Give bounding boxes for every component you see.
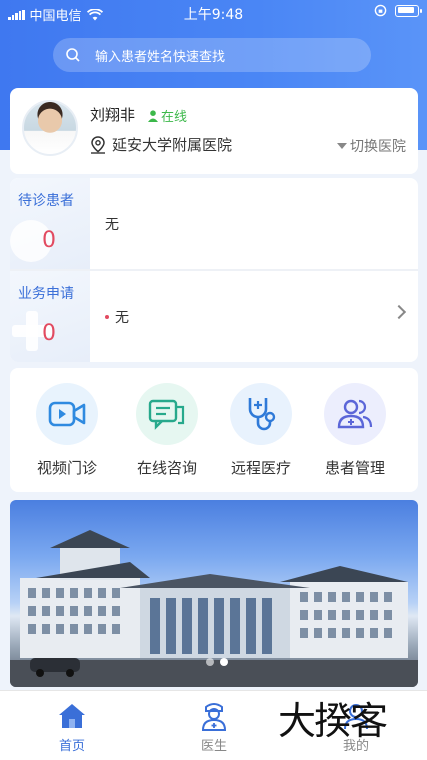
- person-online-icon: [148, 109, 158, 122]
- pending-patients-count: 0: [42, 228, 56, 253]
- clock: 上午9:48: [183, 7, 244, 23]
- doctor-avatar[interactable]: [22, 100, 78, 156]
- online-consult-label: 在线咨询: [136, 459, 197, 477]
- search-placeholder[interactable]: 输入患者姓名快速查找: [95, 46, 225, 65]
- doctor-icon: [201, 703, 227, 731]
- pagination-dot-active[interactable]: [220, 658, 228, 666]
- hospital-banner[interactable]: [10, 500, 418, 687]
- stethoscope-icon: [230, 383, 292, 445]
- video-clinic-icon: [36, 383, 98, 445]
- chevron-right-icon[interactable]: [391, 304, 407, 320]
- business-application-tile: 业务申请 0: [10, 271, 90, 362]
- status-bar: 中国电信 上午9:48: [0, 0, 427, 26]
- remote-medical-button[interactable]: 远程医疗: [214, 383, 308, 478]
- quick-actions-card: 视频门诊 在线咨询 远程医疗 患者管理: [10, 368, 418, 492]
- tab-doctor[interactable]: 医生: [174, 701, 254, 754]
- online-consult-icon: [136, 383, 198, 445]
- business-application-row[interactable]: 业务申请 0 无: [10, 271, 418, 362]
- online-consult-button[interactable]: 在线咨询: [120, 383, 214, 478]
- task-summary-card: 待诊患者 0 无 业务申请 0 无: [10, 178, 418, 362]
- switch-hospital-button[interactable]: 切换医院: [337, 136, 406, 156]
- tab-doctor-label: 医生: [200, 739, 227, 754]
- business-application-count: 0: [42, 321, 56, 346]
- hospital-name: 延安大学附属医院: [112, 136, 233, 154]
- pagination-dot[interactable]: [206, 658, 214, 666]
- orientation-lock-icon: [374, 4, 387, 17]
- patient-management-button[interactable]: 患者管理: [308, 383, 402, 478]
- video-clinic-button[interactable]: 视频门诊: [20, 383, 114, 478]
- caret-down-icon: [337, 143, 347, 149]
- switch-hospital-label: 切换医院: [350, 139, 406, 155]
- patient-search-bar[interactable]: 输入患者姓名快速查找: [53, 38, 371, 72]
- location-pin-icon: [91, 135, 105, 154]
- pending-patients-tile: 待诊患者 0: [10, 178, 90, 269]
- tab-home[interactable]: 首页: [32, 701, 112, 754]
- business-application-value: 无: [115, 310, 129, 326]
- pending-patients-row[interactable]: 待诊患者 0 无: [10, 178, 418, 269]
- tab-home-label: 首页: [58, 739, 85, 754]
- remote-medical-label: 远程医疗: [230, 459, 291, 477]
- video-clinic-label: 视频门诊: [36, 459, 97, 477]
- patients-icon: [324, 383, 386, 445]
- pending-patients-value: 无: [105, 217, 119, 233]
- doctor-name: 刘翔非: [90, 106, 136, 124]
- online-status-label: 在线: [161, 110, 188, 125]
- business-application-value-wrap: 无: [105, 307, 129, 327]
- hospital-info: 延安大学附属医院: [90, 134, 232, 155]
- watermark-text: 大揆客: [278, 699, 388, 743]
- online-status: 在线: [148, 106, 187, 125]
- red-dot-icon: [105, 315, 109, 319]
- battery-icon: [395, 4, 422, 17]
- search-icon: [66, 48, 80, 62]
- business-application-title: 业务申请: [18, 286, 74, 302]
- home-icon: [59, 704, 85, 728]
- banner-pagination: [206, 658, 228, 666]
- patient-management-label: 患者管理: [324, 459, 385, 477]
- doctor-profile-card: 刘翔非 在线 延安大学附属医院 切换医院: [10, 88, 418, 174]
- pending-patients-title: 待诊患者: [18, 193, 74, 209]
